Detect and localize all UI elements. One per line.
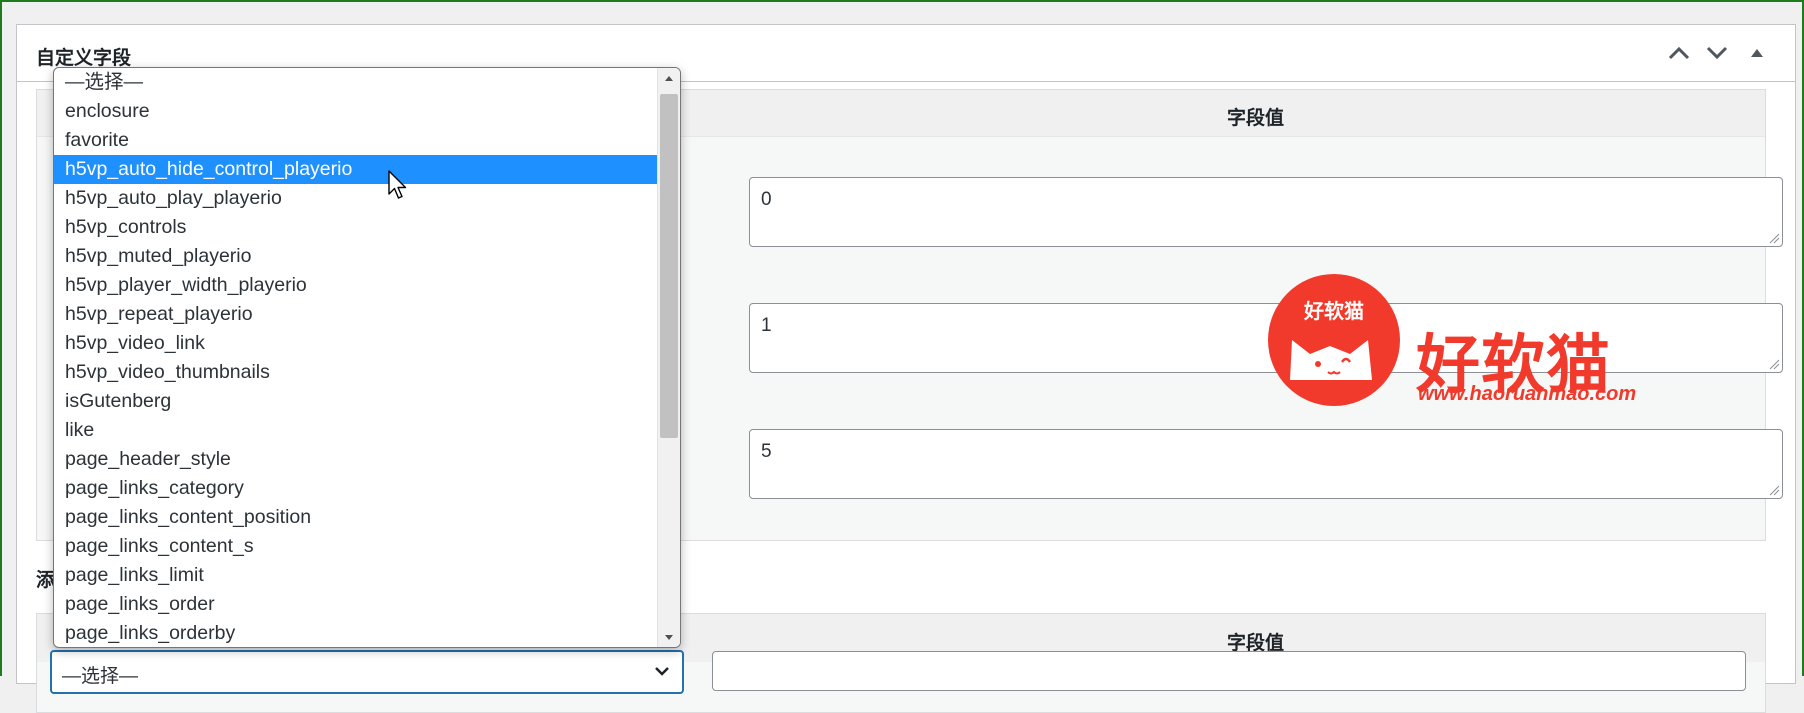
resize-grip-icon xyxy=(1769,485,1780,496)
field-value-textarea[interactable]: 0 xyxy=(749,177,1783,247)
toggle-panel-button[interactable] xyxy=(1741,39,1773,67)
mouse-pointer-icon xyxy=(388,170,407,199)
dropdown-option[interactable]: page_links_category xyxy=(54,474,657,503)
dropdown-option[interactable]: h5vp_video_thumbnails xyxy=(54,358,657,387)
metabox-title: 自定义字段 xyxy=(36,48,132,69)
dropdown-option[interactable]: page_links_orderby xyxy=(54,619,657,647)
field-name-dropdown-list[interactable]: —选择— enclosure favorite h5vp_auto_hide_c… xyxy=(53,67,681,648)
dropdown-option[interactable]: page_links_limit xyxy=(54,561,657,590)
scroll-down-arrow-icon xyxy=(665,634,673,640)
dropdown-option-selected[interactable]: h5vp_auto_hide_control_playerio xyxy=(54,155,657,184)
chevron-down-icon xyxy=(655,667,669,676)
field-value-textarea[interactable]: 1 xyxy=(749,303,1783,373)
dropdown-option[interactable]: h5vp_controls xyxy=(54,213,657,242)
move-up-button[interactable] xyxy=(1663,39,1695,67)
field-value-text: 0 xyxy=(761,189,772,210)
dropdown-option[interactable]: h5vp_repeat_playerio xyxy=(54,300,657,329)
dropdown-option[interactable]: like xyxy=(54,416,657,445)
dropdown-option[interactable]: page_links_content_s xyxy=(54,532,657,561)
dropdown-option[interactable]: h5vp_video_link xyxy=(54,329,657,358)
dropdown-option[interactable]: —选择— xyxy=(54,68,657,97)
field-name-select[interactable]: —选择— xyxy=(50,650,684,694)
dropdown-option[interactable]: h5vp_player_width_playerio xyxy=(54,271,657,300)
new-field-value-textarea[interactable] xyxy=(712,651,1746,691)
value-column-header: 字段值 xyxy=(1227,108,1285,129)
resize-grip-icon xyxy=(1769,233,1780,244)
chevron-up-icon xyxy=(1668,46,1690,60)
scroll-up-button[interactable] xyxy=(658,68,680,88)
field-value-textarea[interactable]: 5 xyxy=(749,429,1783,499)
dropdown-option[interactable]: page_header_style xyxy=(54,445,657,474)
chevron-down-icon xyxy=(1706,46,1728,60)
field-name-select-value: —选择— xyxy=(62,666,139,687)
scroll-up-arrow-icon xyxy=(665,75,673,81)
dropdown-option[interactable]: page_links_order xyxy=(54,590,657,619)
dropdown-option[interactable]: page_links_content_position xyxy=(54,503,657,532)
triangle-up-icon xyxy=(1751,49,1763,57)
field-value-text: 1 xyxy=(761,315,772,336)
resize-grip-icon xyxy=(1769,359,1780,370)
field-value-text: 5 xyxy=(761,441,772,462)
dropdown-option[interactable]: isGutenberg xyxy=(54,387,657,416)
dropdown-option[interactable]: h5vp_muted_playerio xyxy=(54,242,657,271)
dropdown-options: —选择— enclosure favorite h5vp_auto_hide_c… xyxy=(54,68,657,647)
dropdown-option[interactable]: favorite xyxy=(54,126,657,155)
dropdown-option[interactable]: enclosure xyxy=(54,97,657,126)
scroll-down-button[interactable] xyxy=(658,627,680,647)
dropdown-scrollbar[interactable] xyxy=(657,68,680,647)
dropdown-option[interactable]: h5vp_auto_play_playerio xyxy=(54,184,657,213)
scrollbar-thumb[interactable] xyxy=(660,94,678,438)
move-down-button[interactable] xyxy=(1701,39,1733,67)
